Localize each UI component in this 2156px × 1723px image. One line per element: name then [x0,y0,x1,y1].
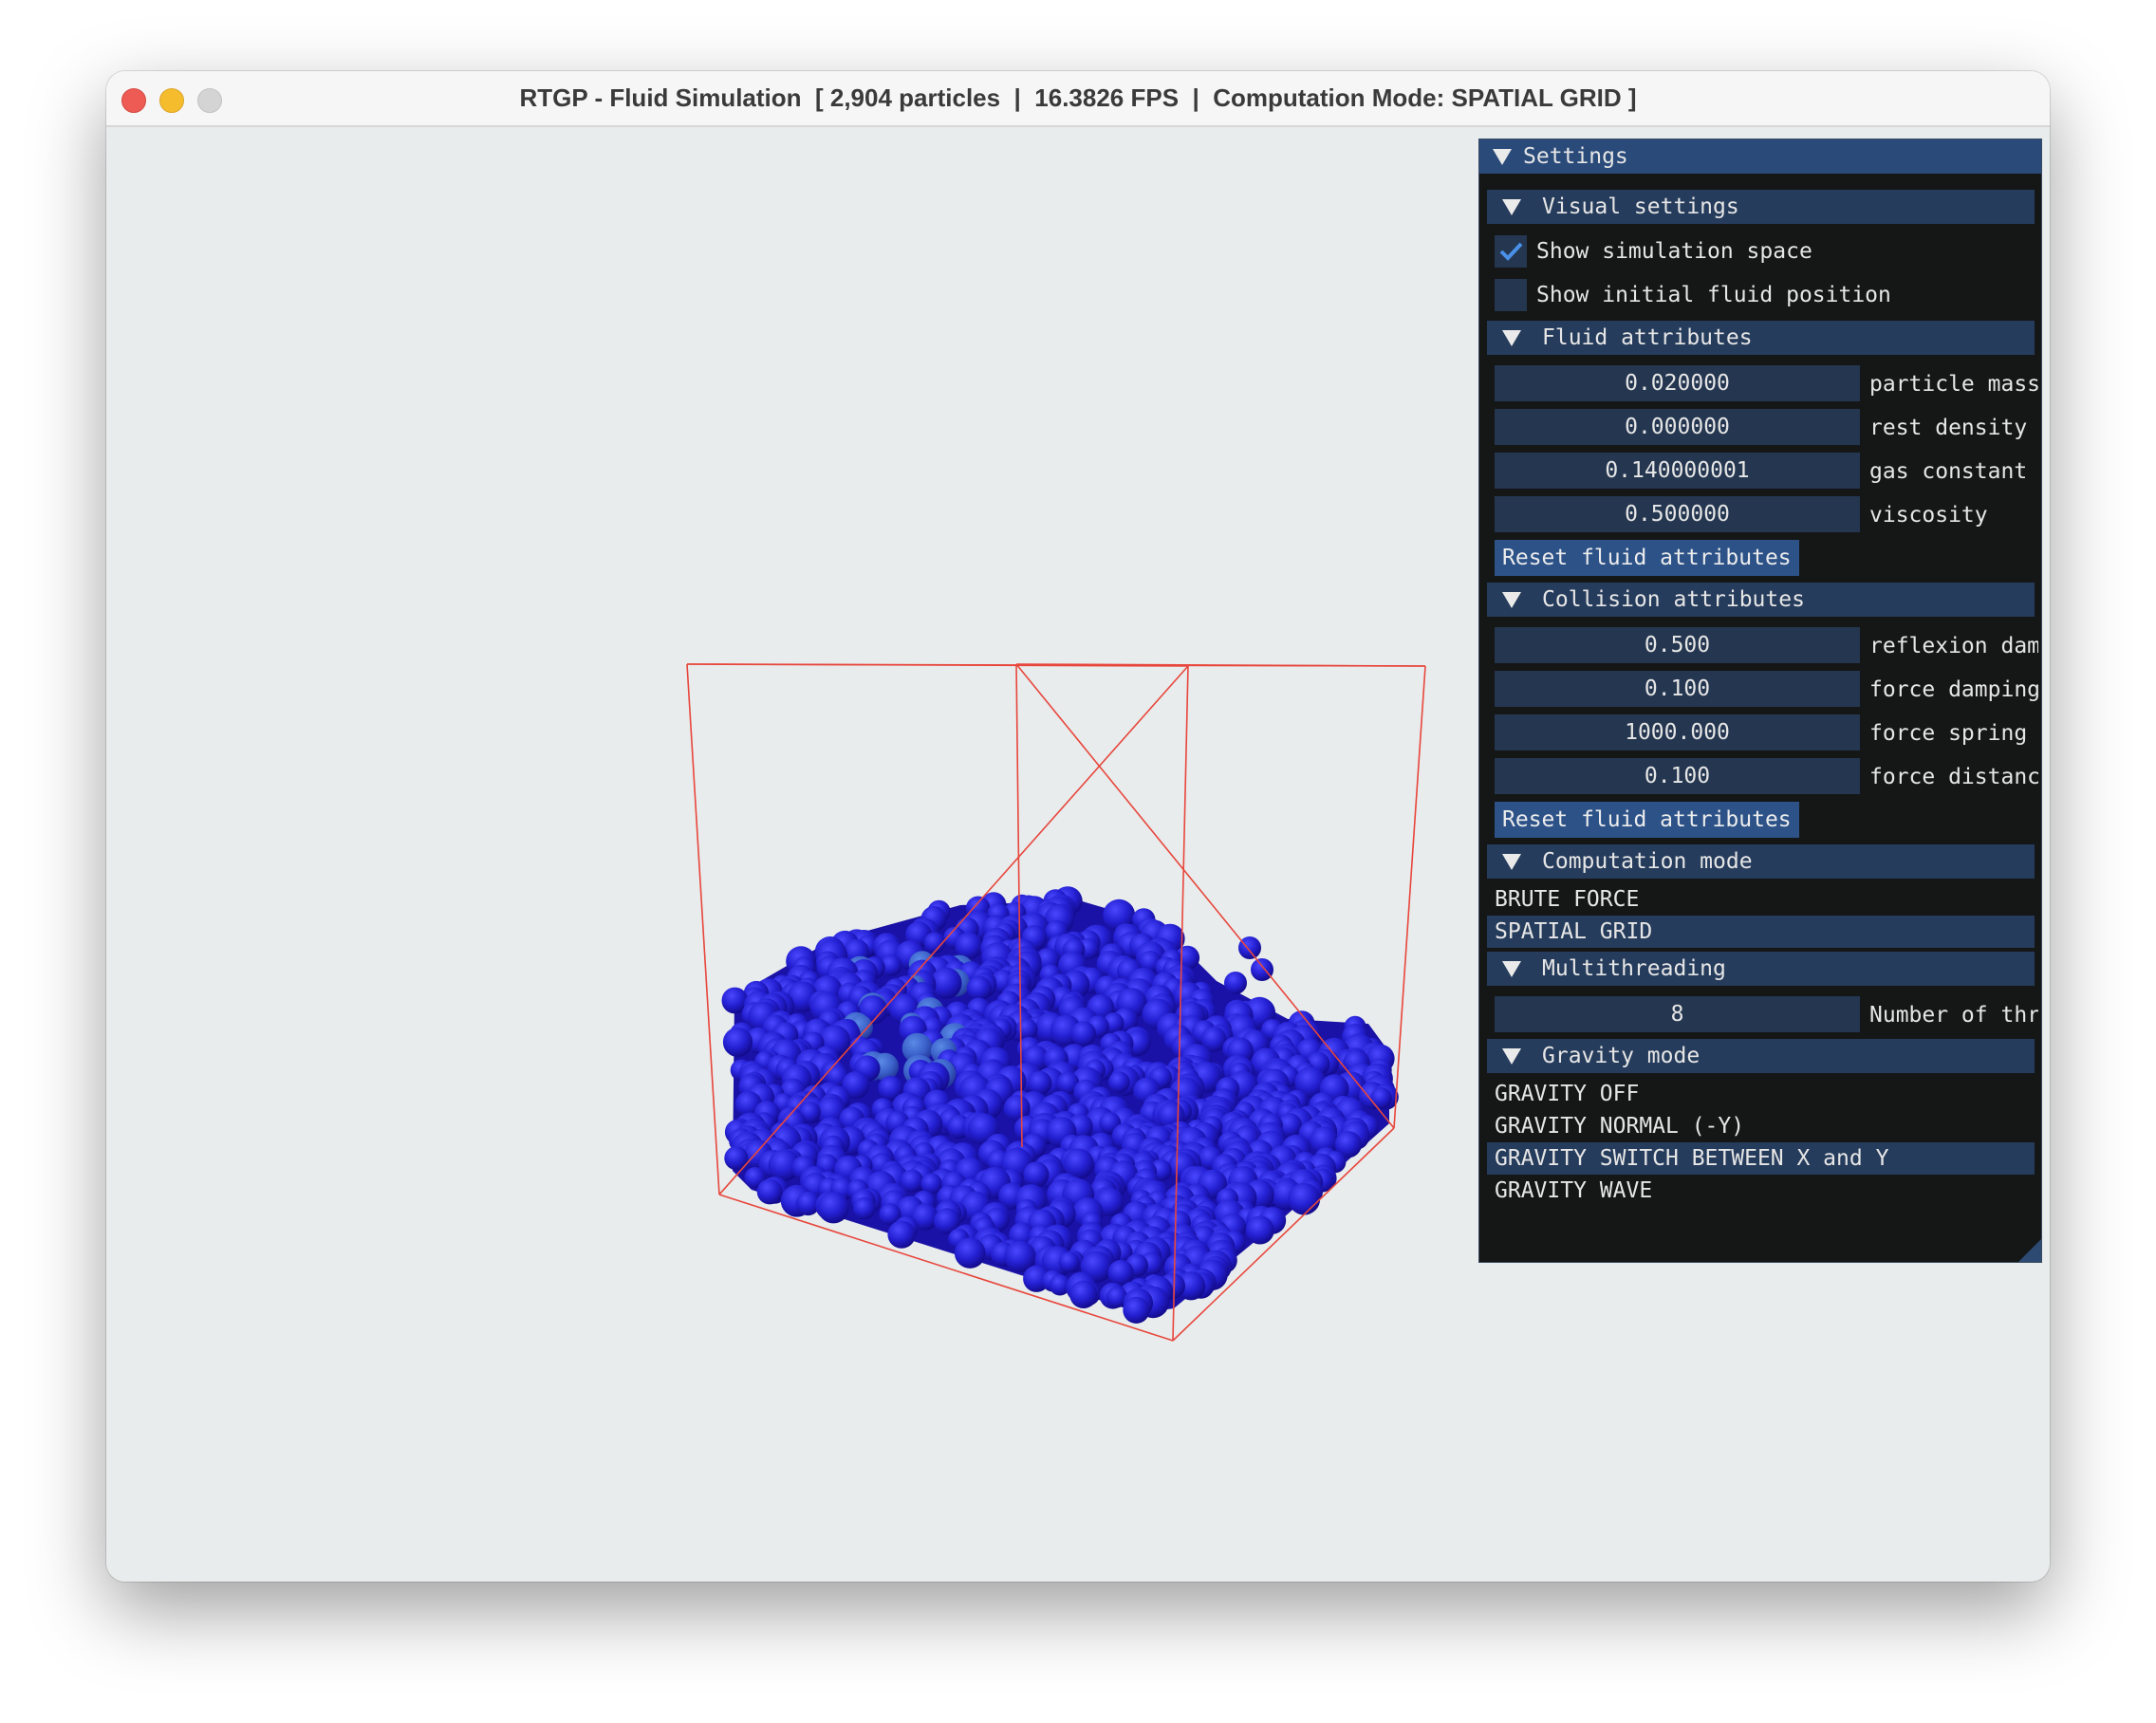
force-distance-input[interactable]: 0.100 [1495,758,1860,794]
resize-grip-icon[interactable] [2018,1239,2041,1262]
settings-title: Settings [1523,144,1628,169]
collapse-triangle-icon[interactable] [1502,198,1521,215]
particle [853,1196,876,1220]
computation-option-spatial-grid[interactable]: SPATIAL GRID [1487,916,2035,948]
number-of-threads-label: Number of threads [1869,1003,2038,1028]
minimize-window-button[interactable] [159,88,184,113]
force-damping-label: force damping [1869,677,2038,702]
settings-title-bar[interactable]: Settings [1479,139,2041,174]
gravity-mode-header[interactable]: Gravity mode [1487,1039,2035,1073]
reflexion-damping-label: reflexion damping [1869,634,2038,658]
force-spring-input[interactable]: 1000.000 [1495,714,1860,750]
particle [1070,1021,1096,1047]
gravity-option-wave[interactable]: GRAVITY WAVE [1487,1175,2035,1207]
maximize-window-button[interactable] [197,88,222,113]
gravity-mode-label: Gravity mode [1542,1044,1701,1068]
collapse-triangle-icon[interactable] [1502,960,1521,977]
rest-density-input[interactable]: 0.000000 [1495,409,1860,445]
settings-panel[interactable]: Settings Visual settings Show simulation… [1478,139,2042,1263]
close-window-button[interactable] [121,88,146,113]
particle [1123,1296,1150,1324]
particle [817,1192,849,1224]
fluid-particles [721,886,1399,1324]
show-initial-fluid-checkbox[interactable] [1495,279,1527,311]
collision-attributes-header[interactable]: Collision attributes [1487,583,2035,617]
box-edge [686,663,720,1195]
force-spring-label: force spring [1869,721,2028,746]
show-initial-fluid-label: Show initial fluid position [1536,283,1891,307]
particle [966,975,992,1001]
particle [1224,972,1247,994]
gravity-option-switch[interactable]: GRAVITY SWITCH BETWEEN X and Y [1487,1142,2035,1175]
computation-mode-label: Computation mode [1542,849,1753,874]
number-of-threads-input[interactable]: 8 [1495,996,1860,1032]
force-distance-label: force distance [1869,765,2038,789]
gas-constant-input[interactable]: 0.140000001 [1495,453,1860,489]
collapse-triangle-icon[interactable] [1502,329,1521,346]
show-simulation-space-row[interactable]: Show simulation space [1487,232,1812,270]
checkmark-icon [1499,242,1523,261]
particle [1251,958,1273,981]
particle [1107,1071,1130,1093]
fluid-attributes-header[interactable]: Fluid attributes [1487,321,2035,355]
title-bar[interactable]: RTGP - Fluid Simulation [ 2,904 particle… [106,71,2050,127]
multithreading-header[interactable]: Multithreading [1487,952,2035,986]
collapse-triangle-icon[interactable] [1502,1047,1521,1065]
particle [1288,1182,1321,1215]
collision-attributes-label: Collision attributes [1542,587,1805,612]
box-edge [1393,665,1426,1129]
particle [756,1178,783,1205]
particle [954,1237,986,1269]
window-title: RTGP - Fluid Simulation [ 2,904 particle… [519,83,1637,112]
visual-settings-header[interactable]: Visual settings [1487,190,2035,224]
show-simulation-space-checkbox[interactable] [1495,235,1527,268]
computation-option-brute-force[interactable]: BRUTE FORCE [1487,883,2035,916]
reset-collision-attributes-button[interactable]: Reset fluid attributes [1495,802,1799,838]
particle-mass-input[interactable]: 0.020000 [1495,365,1860,401]
show-simulation-space-label: Show simulation space [1536,239,1812,264]
particle [1016,1018,1038,1040]
fluid-attributes-label: Fluid attributes [1542,325,1753,350]
collapse-triangle-icon[interactable] [1493,148,1512,165]
viscosity-label: viscosity [1869,503,1988,528]
particle [1245,1215,1274,1245]
particle [1238,936,1261,959]
particle [722,1027,753,1057]
show-initial-fluid-row[interactable]: Show initial fluid position [1487,276,1891,314]
app-window: RTGP - Fluid Simulation [ 2,904 particle… [106,71,2050,1582]
force-damping-input[interactable]: 0.100 [1495,671,1860,707]
reflexion-damping-input[interactable]: 0.500 [1495,627,1860,663]
rest-density-label: rest density [1869,416,2028,440]
collapse-triangle-icon[interactable] [1502,591,1521,608]
particle [1069,1280,1098,1309]
simulation-viewport[interactable]: Settings Visual settings Show simulation… [106,127,2050,1582]
particle [887,1220,916,1249]
viscosity-input[interactable]: 0.500000 [1495,496,1860,532]
collapse-triangle-icon[interactable] [1502,853,1521,870]
particle-mass-label: particle mass [1869,372,2038,397]
gravity-option-normal[interactable]: GRAVITY NORMAL (-Y) [1487,1110,2035,1142]
gravity-option-off[interactable]: GRAVITY OFF [1487,1078,2035,1110]
gas-constant-label: gas constant [1869,459,2028,484]
multithreading-label: Multithreading [1542,956,1726,981]
particle [1023,1161,1050,1188]
visual-settings-label: Visual settings [1542,195,1739,219]
particle [1058,1251,1080,1273]
particle [1370,1087,1392,1109]
reset-fluid-attributes-button[interactable]: Reset fluid attributes [1495,540,1799,576]
computation-mode-header[interactable]: Computation mode [1487,844,2035,879]
